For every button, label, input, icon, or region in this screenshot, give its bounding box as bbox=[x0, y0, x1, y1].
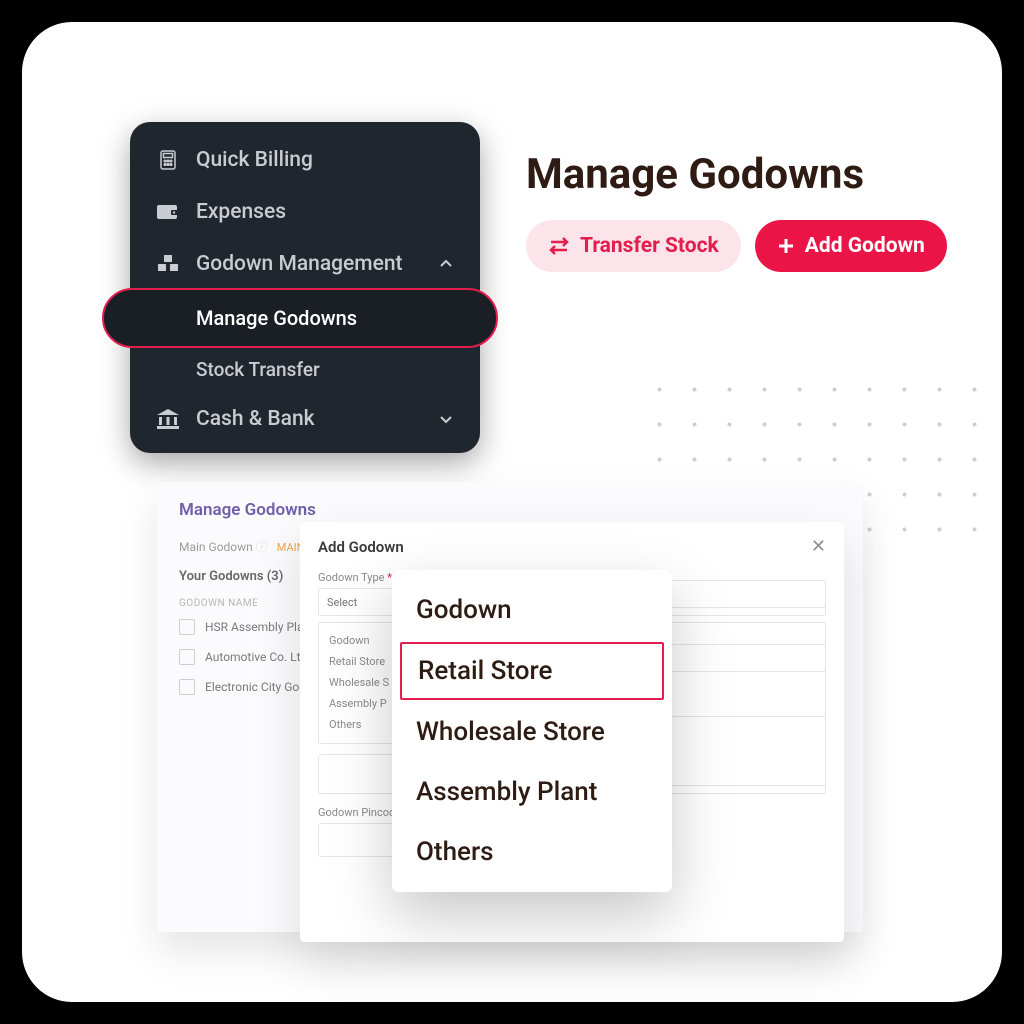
dropdown-option-retail-store[interactable]: Retail Store bbox=[400, 642, 664, 700]
wallet-icon bbox=[156, 203, 180, 221]
app-frame: Quick Billing Expenses Godown Management… bbox=[16, 16, 1008, 1008]
transfer-stock-button[interactable]: Transfer Stock bbox=[526, 220, 741, 272]
button-label: Add Godown bbox=[805, 234, 925, 258]
calculator-icon bbox=[156, 150, 180, 170]
chevron-down-icon bbox=[438, 411, 454, 427]
button-label: Transfer Stock bbox=[580, 234, 719, 258]
action-buttons: Transfer Stock Add Godown bbox=[526, 220, 947, 272]
transfer-icon bbox=[548, 236, 570, 256]
sidebar-item-quick-billing[interactable]: Quick Billing bbox=[130, 134, 480, 186]
sidebar-subitem-stock-transfer[interactable]: Stock Transfer bbox=[130, 346, 480, 393]
sidebar-item-label: Cash & Bank bbox=[196, 407, 422, 431]
sidebar: Quick Billing Expenses Godown Management… bbox=[130, 122, 480, 453]
godown-type-dropdown: Godown Retail Store Wholesale Store Asse… bbox=[392, 570, 672, 892]
modal-title: Add Godown bbox=[318, 538, 404, 556]
sidebar-item-label: Godown Management bbox=[196, 252, 422, 276]
sidebar-item-label: Stock Transfer bbox=[196, 358, 320, 381]
dropdown-option-wholesale-store[interactable]: Wholesale Store bbox=[392, 702, 672, 762]
sidebar-subitem-manage-godowns[interactable]: Manage Godowns bbox=[130, 294, 480, 342]
dropdown-option-others[interactable]: Others bbox=[392, 822, 672, 882]
chevron-up-icon bbox=[438, 256, 454, 272]
boxes-icon bbox=[156, 255, 180, 273]
dropdown-option-assembly-plant[interactable]: Assembly Plant bbox=[392, 762, 672, 822]
sidebar-item-label: Quick Billing bbox=[196, 148, 454, 172]
panel-title: Manage Godowns bbox=[179, 500, 841, 520]
sidebar-item-cash-bank[interactable]: Cash & Bank bbox=[130, 393, 480, 445]
dropdown-option-godown[interactable]: Godown bbox=[392, 580, 672, 640]
sidebar-item-godown-management[interactable]: Godown Management bbox=[130, 238, 480, 290]
bank-icon bbox=[156, 409, 180, 429]
add-godown-button[interactable]: Add Godown bbox=[755, 220, 947, 272]
plus-icon bbox=[777, 237, 795, 255]
sidebar-item-label: Manage Godowns bbox=[196, 306, 357, 330]
building-icon bbox=[179, 619, 195, 635]
building-icon bbox=[179, 649, 195, 665]
sidebar-item-label: Expenses bbox=[196, 200, 454, 224]
close-icon[interactable]: ✕ bbox=[811, 536, 826, 557]
sidebar-item-expenses[interactable]: Expenses bbox=[130, 186, 480, 238]
building-icon bbox=[179, 679, 195, 695]
page-title: Manage Godowns bbox=[526, 150, 864, 199]
